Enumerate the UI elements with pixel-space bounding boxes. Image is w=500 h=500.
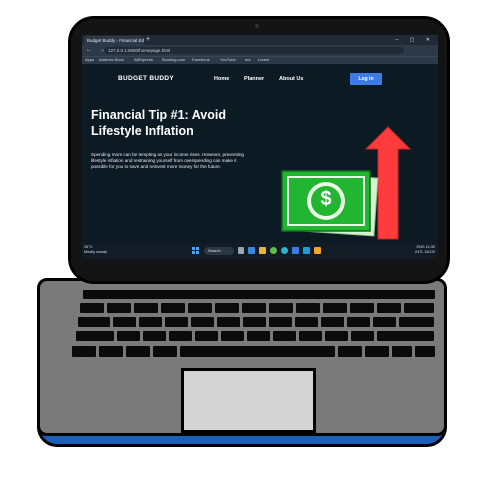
app-icon[interactable] [314, 247, 321, 254]
bookmark-facebook[interactable]: Facebook [192, 57, 210, 63]
login-button[interactable]: Log in [350, 73, 382, 85]
key[interactable] [143, 331, 166, 341]
key[interactable] [126, 346, 150, 357]
key[interactable] [99, 346, 123, 357]
bookmark-youtube[interactable]: YouTube [220, 57, 236, 63]
key[interactable] [273, 331, 296, 341]
webcam [255, 24, 259, 28]
edge-icon[interactable] [281, 247, 288, 254]
key[interactable] [215, 303, 239, 313]
key[interactable] [161, 303, 185, 313]
system-tray[interactable]: ENG 11:30 INTL 24/10/ [395, 245, 435, 255]
weather-desc: Mostly cloudy [84, 250, 108, 254]
key[interactable] [191, 317, 214, 327]
key[interactable] [247, 331, 270, 341]
nav-home[interactable]: Home [214, 76, 229, 82]
key[interactable] [243, 317, 266, 327]
money-arrow-up-icon [281, 126, 412, 240]
windows-start-icon[interactable] [192, 247, 200, 255]
key[interactable] [117, 331, 140, 341]
hero-paragraph: Spending more can be tempting as your in… [91, 152, 244, 169]
bookmark-apps[interactable]: Apps [85, 57, 94, 63]
keyboard [70, 288, 438, 366]
key[interactable] [269, 303, 293, 313]
key[interactable] [76, 331, 114, 341]
site-logo[interactable]: BUDGET BUDDY [118, 75, 174, 82]
key[interactable] [415, 346, 435, 357]
key[interactable] [78, 317, 110, 327]
taskbar-search[interactable]: Search [204, 247, 234, 255]
touchpad[interactable] [181, 368, 316, 433]
key[interactable] [80, 303, 104, 313]
key[interactable] [139, 317, 162, 327]
key[interactable] [165, 317, 188, 327]
bookmark-lorem[interactable]: Lorem [258, 57, 269, 63]
key[interactable] [221, 331, 244, 341]
key[interactable] [347, 317, 370, 327]
key[interactable] [269, 317, 292, 327]
space-key[interactable] [180, 346, 335, 357]
key[interactable] [404, 303, 434, 313]
key[interactable] [153, 346, 177, 357]
key[interactable] [134, 303, 158, 313]
key[interactable] [373, 317, 396, 327]
window-controls[interactable]: – ▢ ✕ [396, 36, 435, 44]
key[interactable] [242, 303, 266, 313]
key[interactable] [217, 317, 240, 327]
bookmark-booking[interactable]: Booking.com [162, 57, 185, 63]
key[interactable] [72, 346, 96, 357]
key[interactable] [107, 303, 131, 313]
key[interactable] [188, 303, 212, 313]
dollar-sign: $ [320, 188, 332, 210]
region-indicator: INTL [415, 250, 424, 254]
key[interactable] [299, 331, 322, 341]
key[interactable] [195, 331, 218, 341]
nav-planner[interactable]: Planner [244, 76, 264, 82]
nav-about-us[interactable]: About Us [279, 76, 303, 82]
key[interactable] [113, 317, 136, 327]
bookmark-address-book[interactable]: Address Book [99, 57, 124, 63]
new-tab-icon[interactable]: + [146, 36, 150, 44]
key[interactable] [365, 346, 389, 357]
hero-headline: Financial Tip #1: Avoid Lifestyle Inflat… [91, 108, 226, 138]
key[interactable] [323, 303, 347, 313]
clock-date: 24/10/ [424, 250, 435, 254]
key[interactable] [321, 317, 344, 327]
app-icon[interactable] [303, 247, 310, 254]
key[interactable] [83, 290, 435, 299]
key[interactable] [295, 317, 318, 327]
key[interactable] [350, 303, 374, 313]
key[interactable] [377, 331, 434, 341]
vscode-icon[interactable] [292, 247, 299, 254]
screen: Budget Buddy - Financial Educa... + – ▢ … [82, 35, 438, 259]
key[interactable] [296, 303, 320, 313]
weather-widget[interactable]: 26°C Mostly cloudy [84, 245, 107, 255]
key[interactable] [338, 346, 362, 357]
bookmark-eur[interactable]: eur [245, 57, 251, 63]
url-input[interactable]: 127.0.0.1:5500/homepage.html [104, 47, 404, 54]
key[interactable] [351, 331, 374, 341]
chrome-icon[interactable] [270, 247, 277, 254]
key[interactable] [377, 303, 401, 313]
language-indicator: ENG [416, 245, 425, 249]
key[interactable] [392, 346, 412, 357]
browser-tab[interactable]: Budget Buddy - Financial Educa... [84, 36, 144, 45]
key[interactable] [169, 331, 192, 341]
key[interactable] [399, 317, 434, 327]
task-view-icon[interactable] [238, 247, 244, 254]
file-explorer-icon[interactable] [259, 247, 266, 254]
bookmark-aliexpress[interactable]: AliExpress [134, 57, 153, 63]
app-icon[interactable] [248, 247, 255, 254]
key[interactable] [325, 331, 348, 341]
clock-time: 11:30 [425, 245, 435, 249]
